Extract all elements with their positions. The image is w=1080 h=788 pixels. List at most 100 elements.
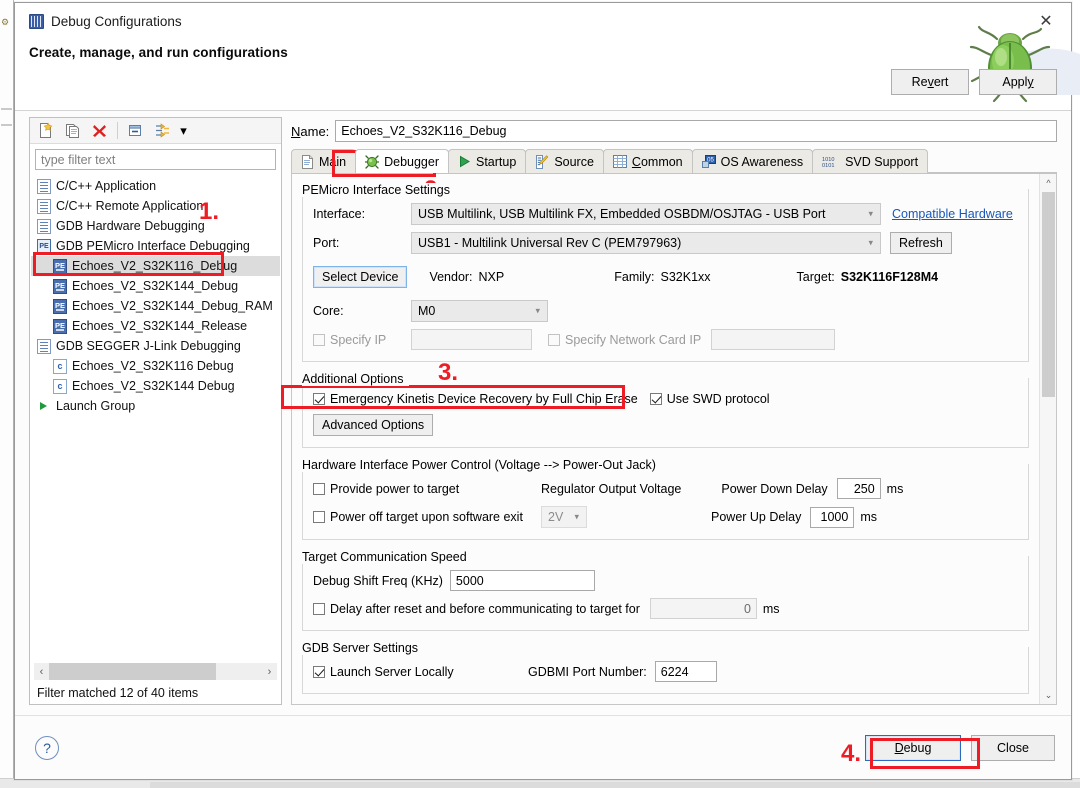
tree-item-3[interactable]: GDB PEMicro Interface Debugging [31,236,280,256]
regulator-label: Regulator Output Voltage [541,481,682,496]
tree-item-label: GDB SEGGER J-Link Debugging [56,339,241,353]
group-title: Target Communication Speed [302,550,473,564]
tree-item-label: Echoes_V2_S32K144_Debug_RAM [72,299,273,313]
dialog-title: Debug Configurations [51,14,182,29]
config-category-icon [37,338,51,354]
collapse-all-icon[interactable] [123,120,148,142]
scroll-right-icon[interactable]: › [262,666,277,678]
tree-item-label: C/C++ Application [56,179,157,193]
table-icon [612,155,627,168]
launch-server-locally-checkbox[interactable]: Launch Server Locally [313,665,528,679]
tree-item-2[interactable]: GDB Hardware Debugging [31,216,280,236]
delay-after-reset-checkbox[interactable]: Delay after reset and before communicati… [313,602,640,616]
tree-item-9[interactable]: Echoes_V2_S32K116 Debug [31,356,280,376]
svg-text:0101: 0101 [822,163,834,168]
provide-power-label: Provide power to target [330,481,460,496]
debug-shift-label: Debug Shift Freq (KHz) [313,573,443,588]
use-swd-checkbox[interactable]: Use SWD protocol [649,392,770,406]
tree-item-label: GDB Hardware Debugging [56,219,205,233]
debug-configurations-icon [29,14,44,29]
duplicate-configuration-icon[interactable] [60,120,85,142]
power-off-exit-checkbox[interactable]: Power off target upon software exit [313,510,541,524]
tree-item-5[interactable]: Echoes_V2_S32K144_Debug [31,276,280,296]
tree-horizontal-scrollbar[interactable]: ‹ › [34,663,277,680]
tree-item-10[interactable]: Echoes_V2_S32K144 Debug [31,376,280,396]
tree-item-label: Echoes_V2_S32K144_Debug [72,279,239,293]
pemicro-config-icon [53,298,67,314]
delay-after-reset-input[interactable]: 0 [649,598,757,619]
checkbox-box [649,393,662,405]
tree-item-1[interactable]: C/C++ Remote Application [31,196,280,216]
annotation-number-3: 3. [438,359,459,386]
debug-shift-input[interactable]: 5000 [449,570,595,591]
specify-network-card-input[interactable] [711,329,836,350]
tab-main[interactable]: Main [291,149,357,173]
gdbmi-port-input[interactable]: 6224 [654,661,717,682]
tree-item-launch-group[interactable]: Launch Group [31,396,280,416]
debug-button[interactable]: Debug [865,735,961,761]
regulator-voltage-combo[interactable]: 2V ▾ [541,506,587,528]
close-button[interactable]: Close [971,735,1055,761]
chevron-down-icon[interactable]: ▾ [177,120,190,142]
revert-button[interactable]: Re v ert [891,69,969,95]
delete-configuration-icon[interactable] [87,120,112,142]
tab-common[interactable]: Common [602,149,693,173]
interface-combo[interactable]: USB Multilink, USB Multilink FX, Embedde… [411,203,881,225]
help-icon[interactable]: ? [35,736,59,760]
tree-toolbar: ▾ [30,118,281,144]
tab-label: Source [554,154,594,169]
background-ide-strip: ⚙ [0,0,14,788]
tree-item-label: GDB PEMicro Interface Debugging [56,239,250,253]
tree-item-7[interactable]: Echoes_V2_S32K144_Release [31,316,280,336]
configurations-tree-panel: ▾ type filter text C/C++ Application C/C… [29,117,282,705]
checkbox-box [313,511,325,523]
provide-power-checkbox[interactable]: Provide power to target [313,482,541,496]
scroll-left-icon[interactable]: ‹ [34,666,49,678]
advanced-options-button[interactable]: Advanced Options [313,414,434,436]
tab-debugger[interactable]: Debugger [355,149,449,173]
tree-item-0[interactable]: C/C++ Application [31,176,280,196]
checkbox-box [313,393,325,405]
filter-placeholder: type filter text [41,152,116,167]
debugger-icon [365,154,380,169]
select-device-button[interactable]: Select Device [313,266,408,288]
filter-input[interactable]: type filter text [35,149,276,170]
tab-label: Startup [476,154,517,169]
core-value: M0 [418,304,436,318]
launch-server-locally-label: Launch Server Locally [330,664,454,679]
tree-item-6[interactable]: Echoes_V2_S32K144_Debug_RAM [31,296,280,316]
chevron-down-icon: ▾ [868,208,873,219]
emergency-recovery-checkbox[interactable]: Emergency Kinetis Device Recovery by Ful… [313,392,638,406]
power-down-delay-label: Power Down Delay [721,481,828,496]
port-combo[interactable]: USB1 - Multilink Universal Rev C (PEM797… [411,232,881,254]
delay-after-reset-value: 0 [743,601,751,616]
scrollbar-thumb[interactable] [49,663,216,680]
port-label: Port: [313,236,340,250]
checkbox-box [313,333,325,346]
c-config-icon [53,378,67,394]
play-icon [460,155,470,168]
config-category-icon [37,218,51,234]
apply-button[interactable]: Appl y [979,69,1057,95]
tree-item-echoes-v2-s32k116-debug[interactable]: Echoes_V2_S32K116_Debug [31,256,280,276]
specify-ip-checkbox[interactable]: Specify IP [313,333,411,347]
core-combo[interactable]: M0 ▾ [411,300,548,322]
tab-os-awareness[interactable]: 05 OS Awareness [691,149,814,173]
tab-source[interactable]: Source [525,149,604,173]
specify-network-card-checkbox[interactable]: Specify Network Card IP [548,333,701,347]
configuration-editor-panel: Name: Echoes_V2_S32K116_Debug Main Debug… [291,69,1057,705]
specify-ip-label: Specify IP [330,332,387,347]
power-up-delay-value: 1000 [820,510,849,524]
specify-ip-input[interactable] [411,329,532,350]
power-down-delay-input[interactable]: 250 [836,478,881,499]
tree-item-label: Launch Group [56,399,136,413]
tab-startup[interactable]: Startup [448,149,527,173]
launch-group-icon [37,399,51,414]
tree-item-8[interactable]: GDB SEGGER J-Link Debugging [31,336,280,356]
interface-label: Interface: [313,207,366,221]
debug-shift-value: 5000 [455,573,484,588]
power-up-delay-input[interactable]: 1000 [810,506,855,528]
new-configuration-icon[interactable] [33,120,58,142]
configurations-tree[interactable]: C/C++ Application C/C++ Remote Applicati… [31,174,280,660]
filter-configurations-icon[interactable] [150,120,175,142]
